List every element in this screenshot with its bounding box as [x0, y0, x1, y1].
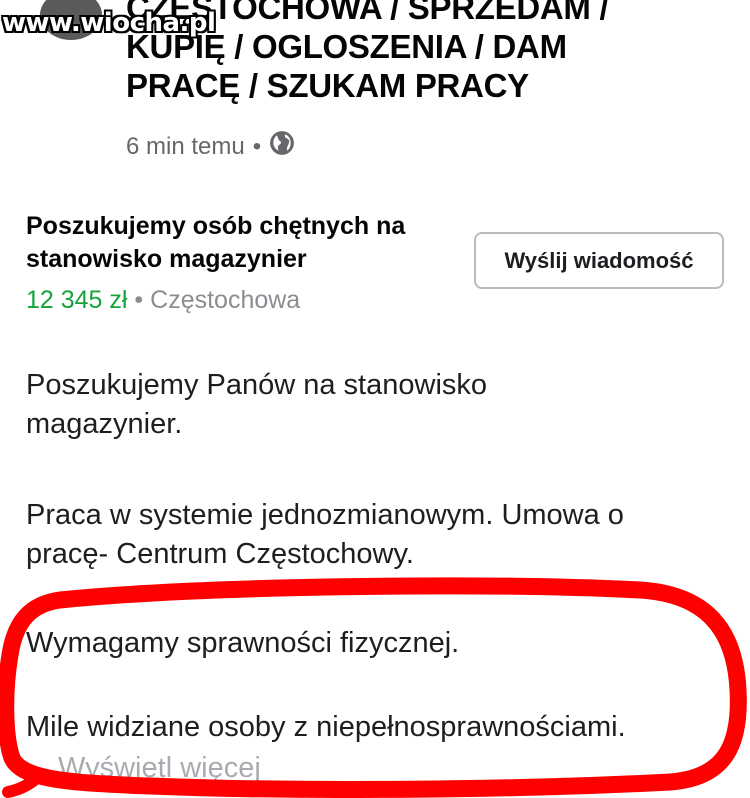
listing-title-line: stanowisko magazynier — [26, 245, 307, 273]
group-title-line: PRACĘ / SZUKAM PRACY — [126, 67, 529, 104]
paragraph-line: Poszukujemy Panów na stanowisko — [26, 369, 488, 401]
watermark: www.wiocha.pl — [2, 8, 216, 38]
post-time[interactable]: 6 min temu — [126, 133, 245, 161]
price-separator: • — [134, 286, 144, 314]
listing-title: Poszukujemy osób chętnych na stanowisko … — [26, 210, 405, 276]
globe-icon — [269, 130, 295, 163]
price-location: 12 345 zł • Częstochowa — [26, 284, 300, 316]
send-message-button[interactable]: Wyślij wiadomość — [474, 232, 724, 289]
paragraph-line: pracę- Centrum Częstochowy. — [26, 538, 414, 570]
listing-title-line: Poszukujemy osób chętnych na — [26, 212, 406, 240]
paragraph-line: Praca w systemie jednozmianowym. Umowa o — [26, 499, 624, 531]
meta-separator: • — [252, 132, 262, 160]
description-paragraph-1: Poszukujemy Panów na stanowisko magazyni… — [26, 366, 487, 444]
description-paragraph-3: Wymagamy sprawności fizycznej. — [26, 627, 460, 659]
listing-location: Częstochowa — [150, 286, 301, 314]
description-paragraph-2: Praca w systemie jednozmianowym. Umowa o… — [26, 496, 624, 574]
post-meta: 6 min temu • — [126, 130, 295, 163]
group-title[interactable]: CZĘSTOCHOWA / SPRZEDAM / KUPIĘ / OGLOSZE… — [126, 0, 726, 105]
see-more-link[interactable]: Wyświetl więcej — [58, 752, 261, 785]
paragraph-line: magazynier. — [26, 408, 183, 440]
description-paragraph-4: Mile widziane osoby z niepełnosprawności… — [26, 711, 626, 743]
listing-price: 12 345 zł — [26, 286, 128, 314]
group-title-line: CZĘSTOCHOWA / SPRZEDAM / — [126, 0, 609, 26]
group-title-line: KUPIĘ / OGLOSZENIA / DAM — [126, 28, 567, 65]
